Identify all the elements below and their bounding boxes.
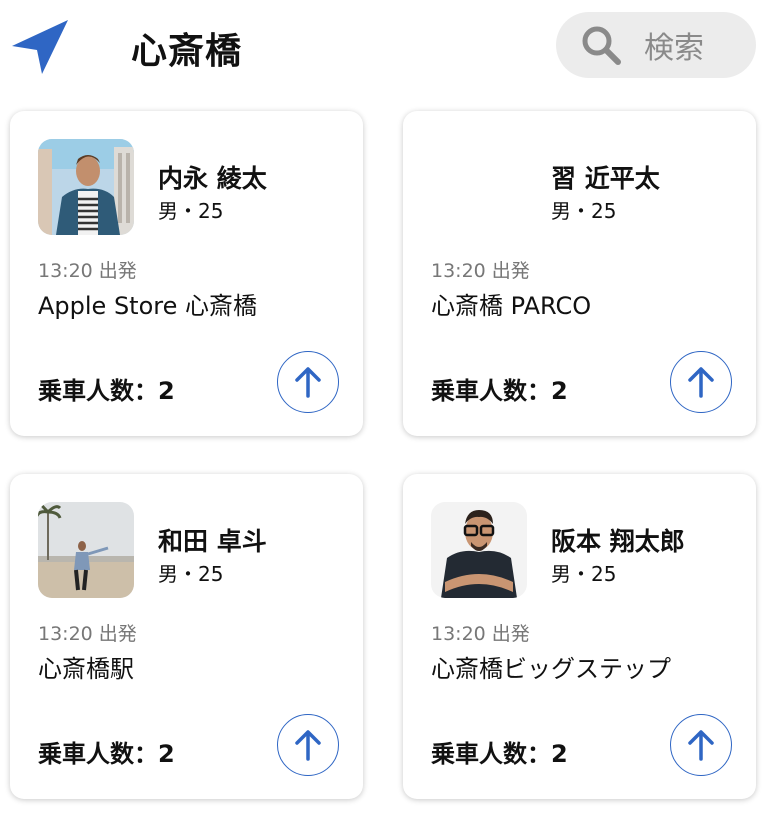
- arrow-up-icon: [295, 730, 321, 761]
- driver-name: 習 近平太: [551, 164, 660, 193]
- arrow-up-button[interactable]: [670, 351, 732, 413]
- departure-time: 13:20 出発: [38, 623, 137, 645]
- driver-name: 和田 卓斗: [158, 527, 267, 556]
- avatar: [38, 502, 134, 598]
- ride-card[interactable]: 阪本 翔太郎 男・25 13:20 出発 心斎橋ビッグステップ 乗車人数：2: [403, 474, 756, 799]
- arrow-up-icon: [688, 367, 714, 398]
- passenger-count: 乗車人数：2: [38, 740, 175, 768]
- arrow-up-button[interactable]: [277, 714, 339, 776]
- app-header: 心斎橋 検索: [0, 0, 771, 95]
- passenger-count: 乗車人数：2: [38, 377, 175, 405]
- avatar: [431, 502, 527, 598]
- page-title: 心斎橋: [131, 31, 243, 72]
- ride-card[interactable]: 内永 綾太 男・25 13:20 出発 Apple Store 心斎橋 乗車人数…: [10, 111, 363, 436]
- arrow-up-button[interactable]: [670, 714, 732, 776]
- search-icon: [582, 26, 621, 65]
- user-photo: [431, 502, 527, 598]
- arrow-up-button[interactable]: [277, 351, 339, 413]
- avatar: [38, 139, 134, 235]
- location-arrow-icon[interactable]: [10, 18, 70, 76]
- user-photo: [38, 139, 134, 235]
- ride-card[interactable]: 和田 卓斗 男・25 13:20 出発 心斎橋駅 乗車人数：2: [10, 474, 363, 799]
- driver-meta: 男・25: [551, 199, 617, 223]
- departure-time: 13:20 出発: [38, 260, 137, 282]
- driver-meta: 男・25: [158, 562, 224, 586]
- driver-name: 内永 綾太: [158, 164, 267, 193]
- arrow-up-icon: [688, 730, 714, 761]
- departure-time: 13:20 出発: [431, 623, 530, 645]
- pickup-place: 心斎橋駅: [38, 655, 134, 683]
- driver-meta: 男・25: [551, 562, 617, 586]
- passenger-count: 乗車人数：2: [431, 740, 568, 768]
- user-photo: [38, 502, 134, 598]
- driver-name: 阪本 翔太郎: [551, 527, 685, 556]
- search-button[interactable]: 検索: [556, 12, 756, 78]
- passenger-count: 乗車人数：2: [431, 377, 568, 405]
- departure-time: 13:20 出発: [431, 260, 530, 282]
- ride-card[interactable]: 習 近平太 男・25 13:20 出発 心斎橋 PARCO 乗車人数：2: [403, 111, 756, 436]
- pickup-place: 心斎橋ビッグステップ: [431, 655, 671, 683]
- pickup-place: Apple Store 心斎橋: [38, 292, 258, 320]
- pickup-place: 心斎橋 PARCO: [431, 292, 592, 320]
- search-label: 検索: [644, 31, 704, 66]
- driver-meta: 男・25: [158, 199, 224, 223]
- arrow-up-icon: [295, 367, 321, 398]
